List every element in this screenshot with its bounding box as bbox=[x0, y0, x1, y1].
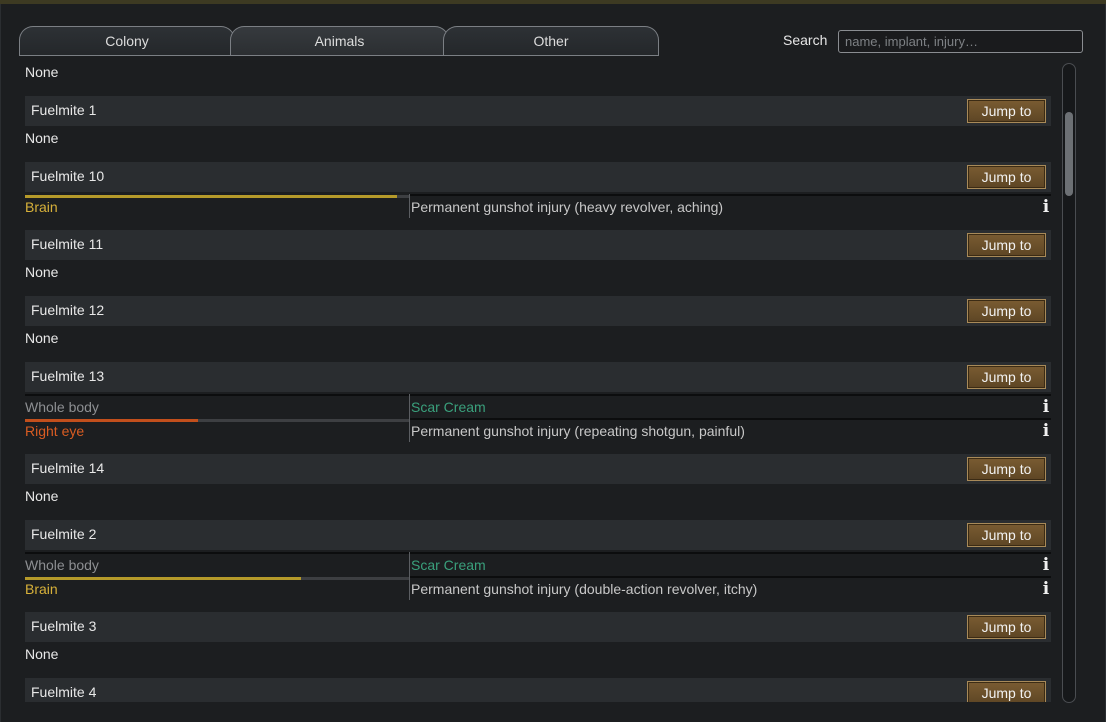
hediff-description: Scar Cream bbox=[411, 557, 486, 573]
animal-header: Fuelmite 13 Jump to bbox=[25, 362, 1051, 392]
jump-to-button[interactable]: Jump to bbox=[967, 299, 1046, 323]
column-separator bbox=[409, 394, 410, 418]
search-input[interactable] bbox=[838, 30, 1083, 53]
animal-name: Fuelmite 4 bbox=[31, 684, 97, 700]
row-divider bbox=[410, 418, 1051, 420]
body-part: Whole body bbox=[25, 394, 409, 418]
body-part: Whole body bbox=[25, 552, 409, 576]
hediff-description: Permanent gunshot injury (heavy revolver… bbox=[411, 199, 724, 215]
animal-header: Fuelmite 2 Jump to bbox=[25, 520, 1051, 550]
column-separator bbox=[409, 418, 410, 442]
body-part-label: Brain bbox=[25, 199, 58, 215]
hediff-row: Brain Permanent gunshot injury (double-ac… bbox=[25, 576, 1051, 600]
body-part-label: Whole body bbox=[25, 557, 99, 573]
none-text: None bbox=[25, 130, 59, 146]
none-text: None bbox=[25, 488, 59, 504]
body-part: Brain bbox=[25, 576, 409, 600]
animal-header: Fuelmite 3 Jump to bbox=[25, 612, 1051, 642]
animal-header: Fuelmite 11 Jump to bbox=[25, 230, 1051, 260]
body-part: Brain bbox=[25, 194, 409, 218]
jump-to-button[interactable]: Jump to bbox=[967, 615, 1046, 639]
hediff-row: Brain Permanent gunshot injury (heavy rev… bbox=[25, 194, 1051, 218]
hediff-description: Permanent gunshot injury (repeating shot… bbox=[411, 423, 745, 439]
animal-name: Fuelmite 1 bbox=[31, 102, 97, 118]
part-divider bbox=[25, 552, 409, 554]
health-bar bbox=[25, 195, 409, 198]
animal-name: Fuelmite 3 bbox=[31, 618, 97, 634]
row-divider bbox=[410, 576, 1051, 578]
tab-underline bbox=[19, 55, 659, 56]
hediff-row: Whole body Scar Cream i bbox=[25, 394, 1051, 418]
jump-to-button[interactable]: Jump to bbox=[967, 365, 1046, 389]
body-part-label: Right eye bbox=[25, 423, 85, 439]
health-bar-fill bbox=[25, 419, 198, 422]
hediff-row: Right eye Permanent gunshot injury (repea… bbox=[25, 418, 1051, 442]
none-text: None bbox=[25, 64, 59, 80]
body-part-label: Whole body bbox=[25, 399, 99, 415]
column-separator bbox=[409, 194, 410, 218]
tab-animals[interactable]: Animals bbox=[230, 26, 449, 56]
animal-health-list: None Fuelmite 1 Jump to None Fuelmite 10 Jump… bbox=[25, 62, 1051, 702]
info-icon[interactable]: i bbox=[1041, 581, 1051, 598]
hediff-description: Scar Cream bbox=[411, 399, 486, 415]
tab-other[interactable]: Other bbox=[443, 26, 659, 56]
body-part: Right eye bbox=[25, 418, 409, 442]
jump-to-button[interactable]: Jump to bbox=[967, 99, 1046, 123]
health-bar bbox=[25, 419, 409, 422]
info-icon[interactable]: i bbox=[1041, 557, 1051, 574]
animal-name: Fuelmite 11 bbox=[31, 236, 104, 252]
scrollbar-thumb[interactable] bbox=[1065, 112, 1073, 196]
jump-to-button[interactable]: Jump to bbox=[967, 233, 1046, 257]
animal-header: Fuelmite 4 Jump to bbox=[25, 678, 1051, 702]
health-bar-fill bbox=[25, 195, 398, 198]
animal-name: Fuelmite 2 bbox=[31, 526, 97, 542]
row-divider bbox=[410, 552, 1051, 554]
health-bar bbox=[25, 577, 409, 580]
info-icon[interactable]: i bbox=[1041, 423, 1051, 440]
animal-header: Fuelmite 1 Jump to bbox=[25, 96, 1051, 126]
tab-colony[interactable]: Colony bbox=[19, 26, 235, 56]
none-text: None bbox=[25, 646, 59, 662]
animal-header: Fuelmite 12 Jump to bbox=[25, 296, 1051, 326]
row-divider bbox=[410, 194, 1051, 196]
jump-to-button[interactable]: Jump to bbox=[967, 457, 1046, 481]
body-part-label: Brain bbox=[25, 581, 58, 597]
animal-header: Fuelmite 10 Jump to bbox=[25, 162, 1051, 192]
animal-header: Fuelmite 14 Jump to bbox=[25, 454, 1051, 484]
animal-name: Fuelmite 14 bbox=[31, 460, 105, 476]
hediff-row: Whole body Scar Cream i bbox=[25, 552, 1051, 576]
part-divider bbox=[25, 394, 409, 396]
info-icon[interactable]: i bbox=[1041, 399, 1051, 416]
jump-to-button[interactable]: Jump to bbox=[967, 523, 1046, 547]
column-separator bbox=[409, 552, 410, 576]
search-label: Search bbox=[783, 32, 828, 48]
info-icon[interactable]: i bbox=[1041, 199, 1051, 216]
health-overview-window: Colony Animals Other Search None Fuelmite… bbox=[0, 4, 1106, 722]
hediff-description: Permanent gunshot injury (double-action … bbox=[411, 581, 758, 597]
jump-to-button[interactable]: Jump to bbox=[967, 681, 1046, 702]
animal-name: Fuelmite 13 bbox=[31, 368, 105, 384]
animal-name: Fuelmite 12 bbox=[31, 302, 105, 318]
health-bar-fill bbox=[25, 577, 302, 580]
column-separator bbox=[409, 576, 410, 600]
jump-to-button[interactable]: Jump to bbox=[967, 165, 1046, 189]
row-divider bbox=[410, 394, 1051, 396]
none-text: None bbox=[25, 264, 59, 280]
none-text: None bbox=[25, 330, 59, 346]
animal-name: Fuelmite 10 bbox=[31, 168, 105, 184]
